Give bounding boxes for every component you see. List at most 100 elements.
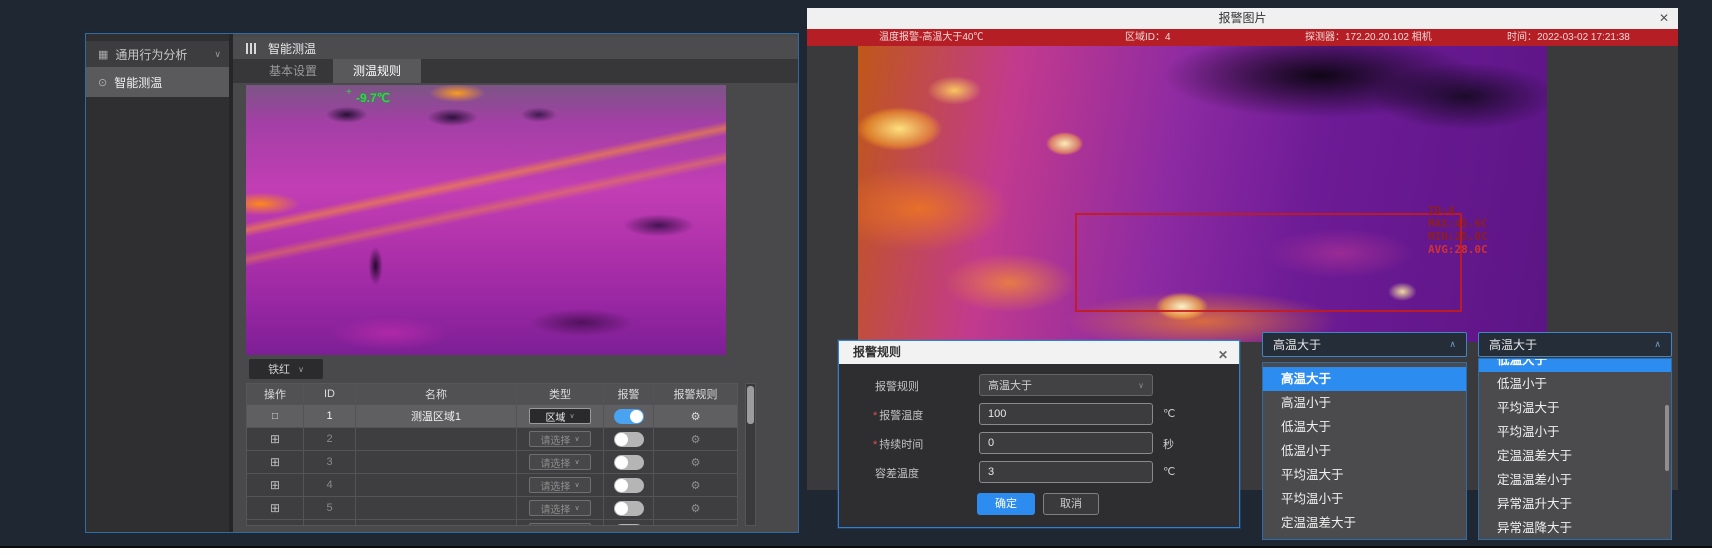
dropdown-option[interactable]: 高温大于 (1263, 367, 1466, 391)
sidebar-item-behavior-analysis[interactable]: ▦ 通用行为分析 ∨ (86, 41, 229, 67)
ok-button[interactable]: 确定 (977, 493, 1035, 515)
panel-header: 智能测温 (233, 37, 798, 59)
sidebar-item-label: 智能测温 (114, 74, 162, 91)
tab-content: + -9.7℃ 铁红 ∨ 操作 ID 名称 类型 报警 报警规则 (233, 83, 798, 532)
overlay-min: MIN:25.0C (1428, 230, 1488, 243)
duration-input[interactable]: 0 (979, 432, 1153, 454)
dropdown-option[interactable]: 平均温大于 (1479, 396, 1671, 420)
row-id: 4 (304, 474, 356, 496)
table-scrollbar[interactable] (745, 383, 756, 526)
field-label: 报警温度 (879, 410, 923, 422)
gear-icon[interactable]: ⚙ (691, 410, 701, 423)
type-select[interactable]: 区域∨ (529, 408, 591, 424)
close-icon[interactable]: ✕ (1659, 10, 1669, 27)
alarm-thermal-image: ID:4 MAX:45.6C MIN:25.0C AVG:28.0C (858, 46, 1547, 342)
alarm-toggle[interactable] (614, 524, 644, 527)
alarm-time-text: 时间：2022-03-02 17:21:38 (1507, 31, 1630, 44)
selected-value: 高温大于 (1489, 336, 1537, 353)
tab-bar: 基本设置 测温规则 (233, 59, 798, 83)
dropdown-option[interactable]: 定温温差大于 (1263, 511, 1466, 535)
window-title: 报警图片 (1218, 11, 1266, 25)
add-region-icon[interactable]: ⊞ (270, 478, 280, 492)
alarm-image-titlebar: 报警图片 ✕ (807, 8, 1678, 29)
row-id: 1 (304, 405, 356, 427)
dropdown-option[interactable]: 高温小于 (1263, 391, 1466, 415)
rule-dropdown-right-panel: 低温大于 低温小于 平均温大于 平均温小于 定温温差大于 定温温差小于 异常温升… (1478, 358, 1672, 540)
required-mark: * (873, 439, 877, 451)
dialog-buttons: 确定 取消 (839, 493, 1239, 515)
alarm-toggle[interactable] (614, 432, 644, 447)
dropdown-option[interactable]: 异常温降大于 (1479, 516, 1671, 540)
rule-select[interactable]: 高温大于∨ (979, 374, 1153, 396)
dropdown-option[interactable]: 平均温小于 (1263, 487, 1466, 511)
field-unit: 秒 (1163, 436, 1174, 452)
dropdown-option[interactable]: 异常温升大于 (1479, 492, 1671, 516)
dropdown-scrollbar[interactable] (1665, 405, 1669, 471)
chevron-down-icon: ∨ (574, 458, 579, 466)
tolerance-input[interactable]: 3 (979, 461, 1153, 483)
chevron-down-icon: ∨ (569, 412, 574, 420)
spot-marker-icon: + (346, 87, 352, 98)
dropdown-option-partial[interactable]: 低温大于 (1479, 359, 1671, 372)
add-region-icon[interactable]: ⊞ (270, 524, 280, 526)
dialog-titlebar: 报警规则 ✕ (839, 341, 1239, 364)
panel-title: 智能测温 (268, 40, 316, 57)
add-region-icon[interactable]: ⊞ (270, 432, 280, 446)
drag-handle-icon[interactable] (246, 43, 256, 54)
row-id: 6 (304, 520, 356, 526)
table-row: ⊞ 3 请选择∨ ⚙ (247, 450, 737, 473)
chevron-down-icon: ∨ (574, 435, 579, 443)
type-select: 请选择∨ (529, 454, 591, 470)
dropdown-option[interactable]: 低温大于 (1263, 415, 1466, 439)
table-row-partial: ⊞ 6 请选择∨ ⚙ (247, 519, 737, 526)
row-id: 5 (304, 497, 356, 519)
gear-icon: ⚙ (691, 456, 701, 469)
col-header-name: 名称 (356, 384, 517, 404)
type-select: 请选择∨ (529, 523, 591, 526)
overlay-id: ID:4 (1428, 204, 1488, 217)
sidebar-item-smart-thermometry[interactable]: ⊙ 智能测温 (86, 67, 229, 97)
alarm-toggle[interactable] (614, 501, 644, 516)
type-select: 请选择∨ (529, 431, 591, 447)
add-region-icon[interactable]: ⊞ (270, 455, 280, 469)
spot-temperature-label: -9.7℃ (356, 91, 390, 105)
gear-icon: ⚙ (691, 502, 701, 515)
row-name[interactable]: 测温区域1 (356, 405, 517, 427)
field-tolerance: 容差温度 3 ℃ (839, 461, 1239, 483)
alarm-toggle[interactable] (614, 409, 644, 424)
sidebar-item-label: 通用行为分析 (115, 46, 187, 63)
dropdown-option[interactable]: 平均温小于 (1479, 420, 1671, 444)
dropdown-option-partial[interactable]: 定温温差小于 (1263, 535, 1466, 540)
thermal-preview-image[interactable]: + -9.7℃ (246, 85, 726, 355)
alarm-toggle[interactable] (614, 455, 644, 470)
cancel-button[interactable]: 取消 (1043, 493, 1099, 515)
rule-dropdown-right-select[interactable]: 高温大于 ∧ (1478, 332, 1672, 357)
region-overlay-stats: ID:4 MAX:45.6C MIN:25.0C AVG:28.0C (1428, 204, 1488, 256)
col-header-alarm-rule: 报警规则 (654, 384, 737, 404)
tab-basic-settings[interactable]: 基本设置 (255, 59, 331, 83)
alarm-toggle[interactable] (614, 478, 644, 493)
gear-icon: ⚙ (691, 525, 701, 527)
dropdown-option[interactable]: 低温小于 (1479, 372, 1671, 396)
dropdown-option[interactable]: 定温温差小于 (1479, 468, 1671, 492)
stop-draw-icon[interactable]: □ (272, 411, 278, 422)
palette-select[interactable]: 铁红 ∨ (249, 359, 323, 379)
table-row: ⊞ 4 请选择∨ ⚙ (247, 473, 737, 496)
row-id: 2 (304, 428, 356, 450)
close-icon[interactable]: ✕ (1218, 344, 1228, 367)
table-row: ⊞ 5 请选择∨ ⚙ (247, 496, 737, 519)
dropdown-option[interactable]: 低温小于 (1263, 439, 1466, 463)
dropdown-option[interactable]: 平均温大于 (1263, 463, 1466, 487)
screen: ▦ 通用行为分析 ∨ ⊙ 智能测温 智能测温 基本设置 测温规则 + (0, 0, 1712, 559)
field-duration: *持续时间 0 秒 (839, 432, 1239, 454)
chevron-up-icon: ∧ (1449, 339, 1456, 350)
add-region-icon[interactable]: ⊞ (270, 501, 280, 515)
row-name (356, 520, 517, 526)
alarm-temp-input[interactable]: 100 (979, 403, 1153, 425)
rule-dropdown-left-select[interactable]: 高温大于 ∧ (1262, 332, 1467, 357)
tab-thermometry-rules[interactable]: 测温规则 (333, 59, 421, 83)
field-unit: ℃ (1163, 407, 1175, 420)
region-overlay-rect (1075, 213, 1462, 312)
chevron-down-icon: ∨ (1138, 381, 1144, 390)
dropdown-option[interactable]: 定温温差大于 (1479, 444, 1671, 468)
